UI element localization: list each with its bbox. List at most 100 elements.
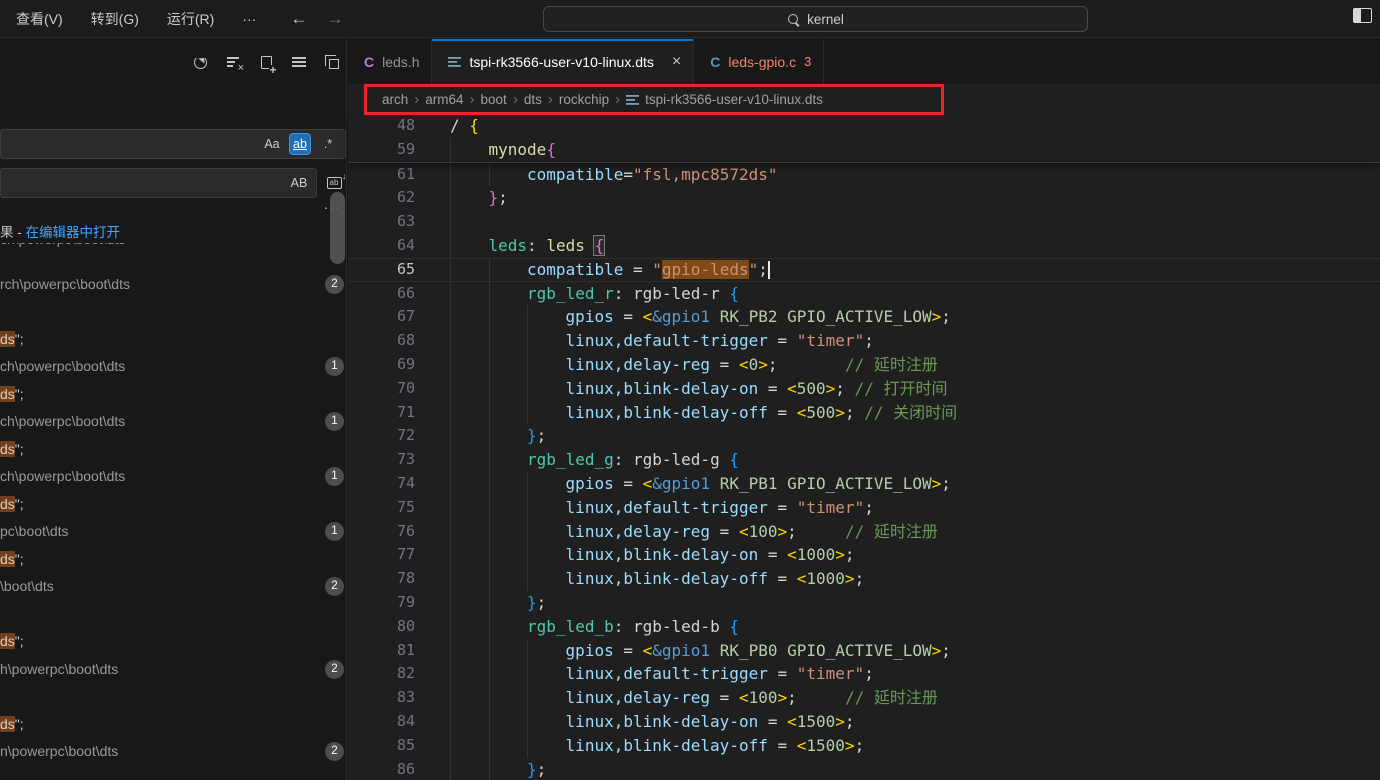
code-line[interactable]: 73rgb_led_g: rgb-led-g {	[348, 448, 1380, 472]
code-line[interactable]: 72};	[348, 424, 1380, 448]
line-number[interactable]: 70	[348, 377, 450, 401]
code-line[interactable]: 67gpios = <&gpio1 RK_PB2 GPIO_ACTIVE_LOW…	[348, 305, 1380, 329]
line-number[interactable]: 75	[348, 496, 450, 520]
line-number[interactable]: 77	[348, 543, 450, 567]
line-number[interactable]: 73	[348, 448, 450, 472]
code-line[interactable]: 81gpios = <&gpio1 RK_PB0 GPIO_ACTIVE_LOW…	[348, 639, 1380, 663]
search-result-match-row[interactable]: ds";	[0, 546, 347, 574]
code-line[interactable]: 75linux,default-trigger = "timer";	[348, 496, 1380, 520]
line-number[interactable]: 71	[348, 401, 450, 425]
line-number[interactable]: 66	[348, 282, 450, 306]
search-result-match-row[interactable]: ds";	[0, 711, 347, 739]
line-number[interactable]: 82	[348, 662, 450, 686]
menu-item-1[interactable]: 转到(G)	[77, 6, 153, 32]
line-number[interactable]: 78	[348, 567, 450, 591]
code-line[interactable]: 84linux,blink-delay-on = <1500>;	[348, 710, 1380, 734]
code-line[interactable]: 80rgb_led_b: rgb-led-b {	[348, 615, 1380, 639]
code-line[interactable]: 82linux,default-trigger = "timer";	[348, 662, 1380, 686]
search-result-file-row[interactable]: \boot\dts2	[0, 573, 347, 601]
search-result-file-row[interactable]: h\powerpc\boot\dts2	[0, 656, 347, 684]
whole-word-toggle[interactable]: ab	[289, 133, 311, 155]
menu-item-2[interactable]: 运行(R)	[153, 6, 228, 32]
search-result-clipped-row[interactable]: ch\powerpc\boot\dts	[0, 243, 347, 271]
line-number[interactable]: 67	[348, 305, 450, 329]
code-line[interactable]: 63	[348, 210, 1380, 234]
search-result-match-row[interactable]: ds";	[0, 381, 347, 409]
search-result-match-row[interactable]: ds";	[0, 436, 347, 464]
code-line[interactable]: 69linux,delay-reg = <0>; // 延时注册	[348, 353, 1380, 377]
code-line[interactable]: 62};	[348, 186, 1380, 210]
code-line[interactable]: 68linux,default-trigger = "timer";	[348, 329, 1380, 353]
code-line[interactable]: 86};	[348, 758, 1380, 780]
search-result-file-row[interactable]: n\powerpc\boot\dts2	[0, 738, 347, 766]
replace-all-button[interactable]: ab	[323, 172, 345, 194]
search-result-file-row[interactable]: ch\powerpc\boot\dts1	[0, 408, 347, 436]
sticky-line[interactable]: 59mynode{	[348, 138, 1380, 162]
code-line[interactable]: 85linux,blink-delay-off = <1500>;	[348, 734, 1380, 758]
line-number[interactable]: 62	[348, 186, 450, 210]
breadcrumb-segment[interactable]: dts	[524, 92, 542, 107]
close-icon[interactable]: ×	[672, 53, 681, 71]
code-line[interactable]: 64leds: leds {	[348, 234, 1380, 258]
editor[interactable]: 61compatible="fsl,mpc8572ds"62};6364leds…	[348, 114, 1380, 780]
search-result-file-row[interactable]: ch\powerpc\boot\dts1	[0, 463, 347, 491]
code-line[interactable]: 77linux,blink-delay-on = <1000>;	[348, 543, 1380, 567]
tab-leds-h[interactable]: Cleds.h	[348, 39, 432, 84]
tab-leds-gpio-c[interactable]: Cleds-gpio.c3	[694, 39, 824, 84]
scrollbar-thumb[interactable]	[330, 192, 345, 264]
search-input[interactable]: Aa ab .*	[0, 129, 346, 159]
search-result-match-row[interactable]	[0, 601, 347, 629]
line-number[interactable]: 72	[348, 424, 450, 448]
search-result-file-row[interactable]: pc\boot\dts1	[0, 518, 347, 546]
search-result-file-row[interactable]: ch\powerpc\boot\dts1	[0, 353, 347, 381]
new-search-editor-icon[interactable]	[256, 52, 276, 72]
clear-search-results-icon[interactable]	[223, 52, 243, 72]
search-result-match-row[interactable]: ds";	[0, 491, 347, 519]
line-number[interactable]: 85	[348, 734, 450, 758]
code-line[interactable]: 71linux,blink-delay-off = <500>; // 关闭时间	[348, 401, 1380, 425]
code-line[interactable]: 66rgb_led_r: rgb-led-r {	[348, 282, 1380, 306]
sticky-line[interactable]: 48/ {	[348, 114, 1380, 138]
line-number[interactable]: 61	[348, 163, 450, 187]
preserve-case-toggle[interactable]: AB	[288, 172, 310, 194]
tab-tspi-dts[interactable]: tspi-rk3566-user-v10-linux.dts×	[432, 39, 694, 84]
match-case-toggle[interactable]: Aa	[261, 133, 283, 155]
line-number[interactable]: 83	[348, 686, 450, 710]
regex-toggle[interactable]: .*	[317, 133, 339, 155]
search-result-match-row[interactable]	[0, 683, 347, 711]
line-number[interactable]: 59	[348, 138, 450, 162]
search-result-match-row[interactable]: ds";	[0, 628, 347, 656]
line-number[interactable]: 76	[348, 520, 450, 544]
nav-forward-icon[interactable]: →	[322, 6, 348, 32]
code-line[interactable]: 61compatible="fsl,mpc8572ds"	[348, 163, 1380, 187]
code-line[interactable]: 76linux,delay-reg = <100>; // 延时注册	[348, 520, 1380, 544]
line-number[interactable]: 80	[348, 615, 450, 639]
breadcrumb-segment[interactable]: rockchip	[559, 92, 609, 107]
line-number[interactable]: 74	[348, 472, 450, 496]
replace-input[interactable]: AB	[0, 168, 317, 198]
menu-item-0[interactable]: 查看(V)	[2, 6, 77, 32]
nav-back-icon[interactable]: ←	[286, 6, 312, 32]
line-number[interactable]: 84	[348, 710, 450, 734]
line-number[interactable]: 69	[348, 353, 450, 377]
code-line[interactable]: 83linux,delay-reg = <100>; // 延时注册	[348, 686, 1380, 710]
breadcrumb-segment[interactable]: boot	[481, 92, 507, 107]
breadcrumb-segment[interactable]: arch	[382, 92, 408, 107]
breadcrumb-segment[interactable]: arm64	[425, 92, 463, 107]
line-number[interactable]: 63	[348, 210, 450, 234]
command-center-search[interactable]: kernel	[543, 6, 1088, 32]
line-number[interactable]: 81	[348, 639, 450, 663]
line-number[interactable]: 86	[348, 758, 450, 780]
search-result-match-row[interactable]	[0, 766, 347, 780]
menu-more-icon[interactable]: ···	[228, 6, 270, 32]
open-in-editor-link[interactable]: 在编辑器中打开	[26, 225, 121, 240]
refresh-icon[interactable]	[190, 52, 210, 72]
code-line[interactable]: 79};	[348, 591, 1380, 615]
collapse-all-icon[interactable]	[322, 52, 342, 72]
line-number[interactable]: 65	[348, 258, 450, 282]
search-result-file-row[interactable]: rch\powerpc\boot\dts2	[0, 271, 347, 299]
line-number[interactable]: 79	[348, 591, 450, 615]
code-line[interactable]: 70linux,blink-delay-on = <500>; // 打开时间	[348, 377, 1380, 401]
line-number[interactable]: 64	[348, 234, 450, 258]
code-line[interactable]: 65compatible = "gpio-leds";	[348, 258, 1380, 282]
